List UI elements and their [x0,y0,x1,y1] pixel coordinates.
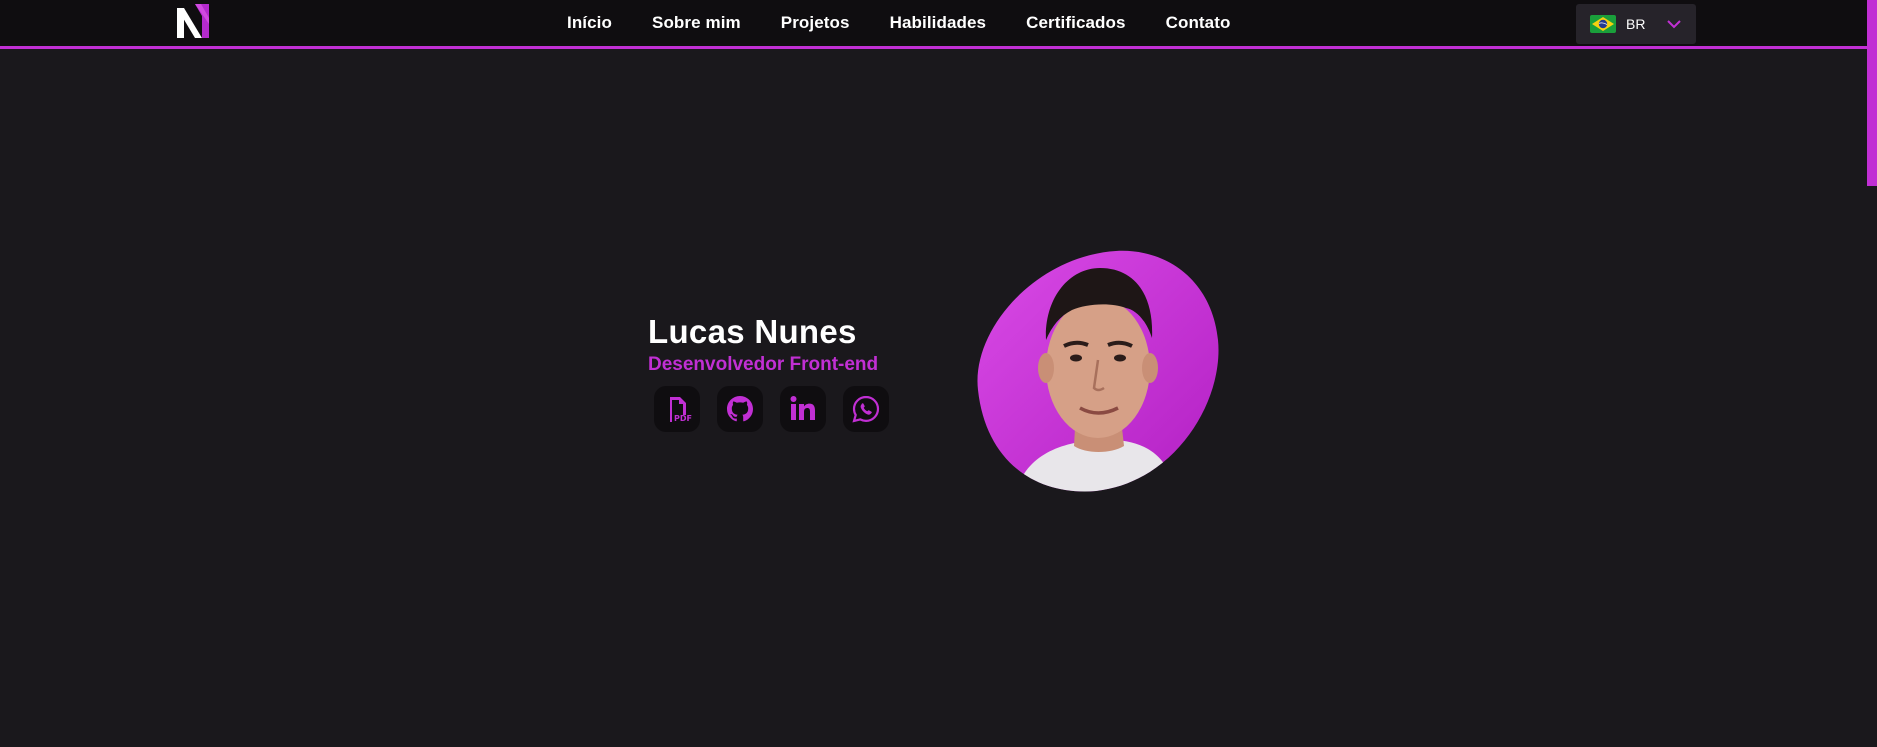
nav-item-contato[interactable]: Contato [1166,13,1231,33]
github-icon [727,396,753,422]
linkedin-button[interactable] [780,386,826,432]
nav-item-certificados[interactable]: Certificados [1026,13,1125,33]
resume-pdf-button[interactable]: PDF [654,386,700,432]
whatsapp-icon [852,395,880,423]
nav-item-sobre-mim[interactable]: Sobre mim [652,13,741,33]
nav-menu: Início Sobre mim Projetos Habilidades Ce… [567,0,1271,46]
github-button[interactable] [717,386,763,432]
pdf-badge: PDF [674,414,692,423]
scrollbar-thumb[interactable] [1867,0,1877,186]
scrollbar[interactable] [1867,0,1877,747]
page: Início Sobre mim Projetos Habilidades Ce… [0,0,1877,747]
hero-name: Lucas Nunes [648,313,857,350]
language-code: BR [1626,16,1646,32]
chevron-down-icon [1667,20,1682,29]
brazil-flag-icon [1590,15,1616,33]
linkedin-icon [790,396,815,420]
nav-item-inicio[interactable]: Início [567,13,612,33]
whatsapp-button[interactable] [843,386,889,432]
profile-photo [977,250,1219,492]
navbar: Início Sobre mim Projetos Habilidades Ce… [0,0,1877,49]
hero-role: Desenvolvedor Front-end [648,354,879,375]
nav-item-projetos[interactable]: Projetos [781,13,850,33]
nav-item-habilidades[interactable]: Habilidades [890,13,987,33]
social-links: PDF [654,386,906,432]
language-selector[interactable]: BR [1576,4,1696,44]
logo-icon[interactable] [175,4,211,40]
pdf-icon: PDF [670,397,692,423]
